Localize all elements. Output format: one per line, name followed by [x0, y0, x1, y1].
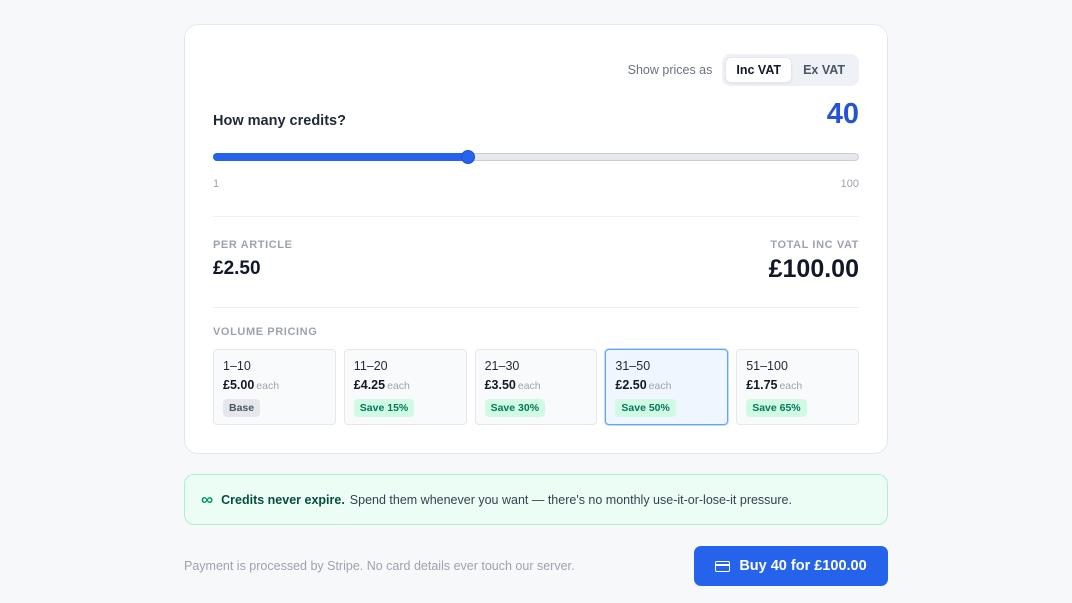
tier-price: £1.75: [746, 378, 778, 392]
credits-count: 40: [826, 98, 859, 130]
tier-price: £5.00: [223, 378, 255, 392]
divider: [213, 216, 859, 217]
volume-tiers: 1–10 £5.00 each Base 11–20 £4.25 each Save…: [213, 349, 859, 425]
infinity-icon: ∞: [201, 490, 214, 509]
tier-each: each: [387, 380, 410, 392]
buy-button[interactable]: Buy 40 for £100.00: [694, 546, 888, 586]
tier-each: each: [779, 380, 803, 392]
tier-range: 21–30: [484, 359, 520, 373]
pricing-card: Show prices as Inc VAT Ex VAT How many c…: [184, 24, 888, 454]
inc-vat-button[interactable]: Inc VAT: [725, 57, 793, 83]
tier-badge: Save 65%: [746, 399, 807, 417]
payment-note: Payment is processed by Stripe. No card …: [184, 559, 575, 573]
divider: [213, 307, 859, 308]
tier-each: each: [648, 380, 672, 392]
tier-range: 31–50: [615, 359, 651, 373]
per-article-label: PER ARTICLE: [213, 239, 293, 251]
tier-price: £3.50: [484, 378, 516, 392]
tier-range: 1–10: [223, 359, 251, 373]
per-article-price: £2.50: [213, 258, 261, 279]
slider-max-label: 100: [840, 178, 859, 190]
slider-min-label: 1: [213, 178, 220, 190]
tier-card-11-20[interactable]: 11–20 £4.25 each Save 15%: [343, 349, 467, 425]
total-price: £100.00: [768, 255, 859, 283]
vat-toggle-row: Show prices as Inc VAT Ex VAT: [628, 54, 859, 86]
tier-range: 11–20: [353, 359, 388, 373]
tier-card-51-100[interactable]: 51–100 £1.75 each Save 65%: [736, 349, 859, 425]
tier-card-31-50[interactable]: 31–50 £2.50 each Save 50%: [605, 349, 729, 425]
notice-text: Spend them whenever you want — there's n…: [349, 492, 792, 507]
slider-thumb[interactable]: [460, 150, 475, 164]
tier-price: £2.50: [615, 378, 647, 392]
ex-vat-button[interactable]: Ex VAT: [792, 57, 856, 83]
vat-toggle-label: Show prices as: [627, 63, 713, 77]
tier-badge: Save 30%: [484, 399, 546, 417]
tier-each: each: [517, 380, 541, 392]
tier-card-21-30[interactable]: 21–30 £3.50 each Save 30%: [474, 349, 598, 425]
tier-card-1-10[interactable]: 1–10 £5.00 each Base: [213, 349, 336, 425]
volume-pricing-title: VOLUME PRICING: [213, 326, 318, 338]
credits-slider[interactable]: [213, 150, 859, 164]
vat-toggle: Inc VAT Ex VAT: [722, 54, 859, 86]
tier-badge: Save 50%: [615, 399, 676, 417]
tier-each: each: [256, 380, 280, 392]
buy-button-label: Buy 40 for £100.00: [739, 558, 867, 574]
credit-card-icon: [715, 560, 731, 572]
credits-notice: ∞ Credits never expire. Spend them whene…: [184, 474, 888, 525]
total-label: TOTAL INC VAT: [770, 239, 859, 251]
tier-price: £4.25: [353, 378, 386, 392]
tier-badge: Save 15%: [353, 399, 415, 417]
notice-heading: Credits never expire.: [221, 492, 345, 507]
tier-range: 51–100: [746, 359, 788, 373]
credits-question: How many credits?: [213, 113, 346, 129]
slider-fill: [213, 153, 468, 161]
tier-badge: Base: [223, 399, 261, 417]
